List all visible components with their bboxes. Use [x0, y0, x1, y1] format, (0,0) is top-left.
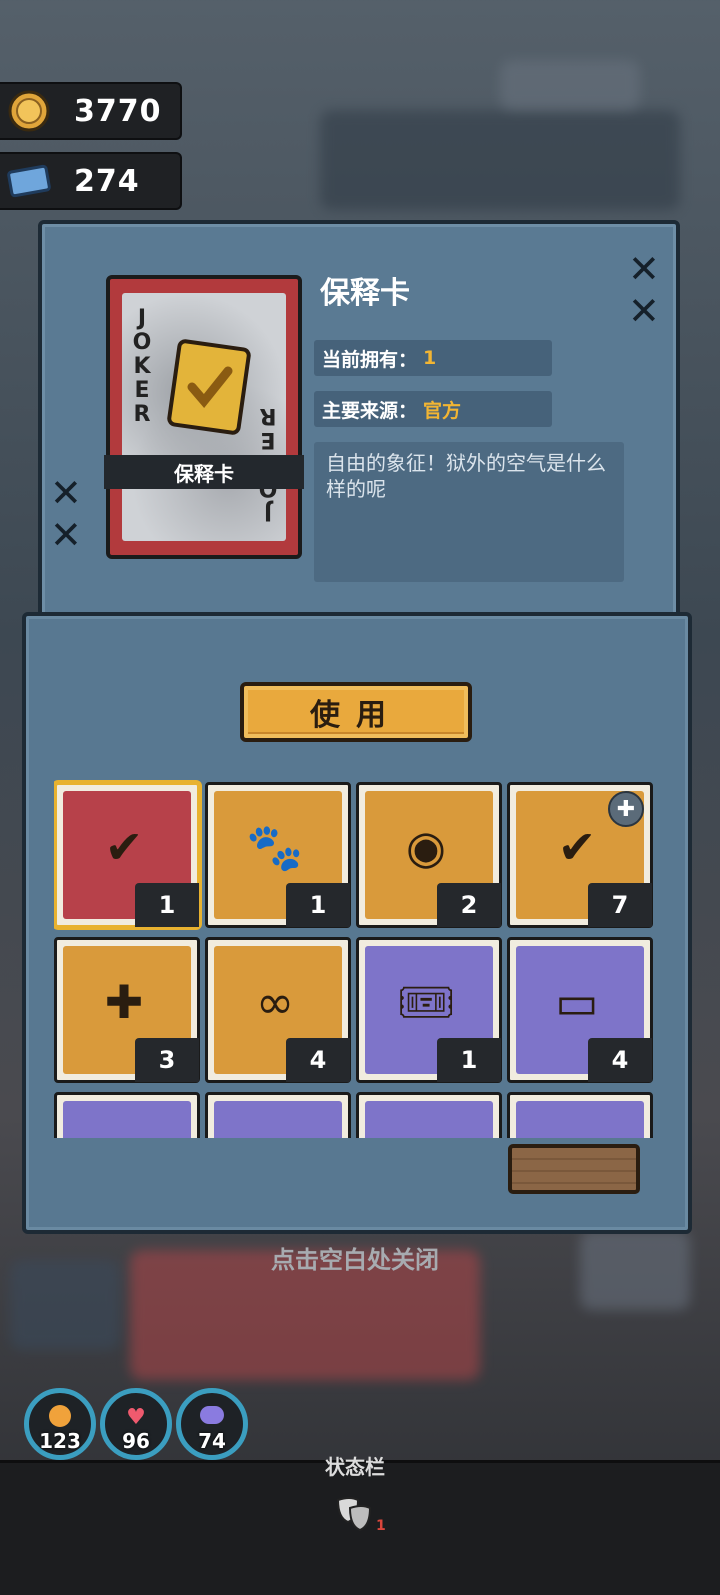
medical-card-icon: ✚	[104, 975, 144, 1029]
theater-mask-icon[interactable]	[334, 1494, 374, 1534]
blue-ticket-icon: ▭	[555, 975, 599, 1029]
owned-value: 1	[423, 347, 437, 369]
blue-ticket-icon	[6, 158, 52, 204]
slot-count: 1	[135, 883, 199, 927]
slot-count: 4	[588, 1038, 652, 1082]
health-stat[interactable]: ♥ 96	[100, 1388, 172, 1460]
ticket-value: 274	[74, 163, 140, 199]
owned-info: 当前拥有： 1	[314, 340, 552, 376]
green-ticket-icon: ▭	[236, 1117, 314, 1138]
puzzle-icon: ✚	[608, 791, 644, 827]
joker-card-face: JOKER JOKER	[122, 293, 286, 541]
cards-icon: ▭	[538, 1117, 616, 1138]
health-value: 96	[122, 1429, 150, 1453]
source-value: 官方	[423, 399, 462, 422]
x-mark-decoration: ✕	[628, 289, 660, 333]
gold-check-card-icon: ✔	[104, 820, 144, 874]
ticket-counter: 274	[0, 152, 182, 210]
inventory-slot-medical-card[interactable]: ✚ 3	[54, 937, 200, 1083]
slot-count: 3	[135, 1038, 199, 1082]
inventory-slot-blue-ticket[interactable]: ▭ 4	[507, 937, 653, 1083]
slot-count: 1	[437, 1038, 501, 1082]
inventory-grid: ✔1🐾1◉2✔✚7✚3∞4🎟1▭4▬▭▬▭	[54, 778, 658, 1138]
slot-count: 1	[286, 883, 350, 927]
wooden-button[interactable]	[508, 1144, 640, 1194]
toy-ticket-icon: 🎟	[396, 974, 456, 1029]
inventory-slot-toy-ticket[interactable]: 🎟 1	[356, 937, 502, 1083]
card-label: 保释卡	[104, 455, 304, 489]
slot-count: 7	[588, 883, 652, 927]
x-mark-decoration: ✕	[50, 471, 82, 515]
gold-loop-card-icon: ∞	[255, 975, 295, 1029]
item-description: 自由的象征！狱外的空气是什么样的呢	[314, 442, 624, 582]
joker-card: JOKER JOKER 保释卡	[104, 275, 304, 559]
inventory-slot-gold-loop-card[interactable]: ∞ 4	[205, 937, 351, 1083]
item-title: 保释卡	[320, 276, 410, 311]
inventory-slot-partial-1[interactable]: ▬	[54, 1092, 200, 1138]
slot-count: 4	[286, 1038, 350, 1082]
joker-text: JOKER	[132, 306, 152, 427]
inventory-slot-gold-card-plus[interactable]: ✔ ✚ 7	[507, 782, 653, 928]
inventory-slot-partial-4[interactable]: ▭	[507, 1092, 653, 1138]
sanity-stat[interactable]: 74	[176, 1388, 248, 1460]
paw-print-scroll-icon: 🐾	[246, 819, 304, 874]
x-mark-decoration: ✕	[50, 513, 82, 557]
gold-coin-counter: 3770	[0, 82, 182, 140]
x-mark-decoration: ✕	[628, 247, 660, 291]
gold-check-card-icon: ✔	[557, 820, 597, 874]
background	[500, 60, 640, 110]
source-label: 主要来源：	[322, 399, 418, 422]
inventory-slot-partial-2[interactable]: ▭	[205, 1092, 351, 1138]
hunger-stat[interactable]: 123	[24, 1388, 96, 1460]
inventory-slot-partial-3[interactable]: ▬	[356, 1092, 502, 1138]
inventory-slot-film-reel[interactable]: ◉ 2	[356, 782, 502, 928]
brain-icon	[181, 1405, 243, 1430]
film-reel-icon: ◉	[405, 820, 447, 874]
gold-coin-value: 3770	[74, 93, 162, 129]
heart-icon: ♥	[126, 1405, 146, 1430]
owned-label: 当前拥有：	[322, 348, 418, 371]
inventory-slot-paw-map[interactable]: 🐾 1	[205, 782, 351, 928]
background	[320, 110, 680, 210]
hunger-value: 123	[39, 1429, 81, 1453]
blue-item-icon: ▬	[387, 1117, 465, 1138]
gold-coin-icon	[6, 88, 52, 134]
inventory-slot-bail-card[interactable]: ✔ 1	[54, 782, 200, 928]
slot-count: 2	[437, 883, 501, 927]
use-button[interactable]: 使用	[240, 682, 472, 742]
mask-count: 1	[376, 1518, 386, 1534]
status-bar-label: 状态栏	[325, 1455, 385, 1479]
close-hint[interactable]: 点击空白处关闭	[0, 1240, 710, 1275]
gold-check-card-icon	[166, 339, 252, 435]
source-info: 主要来源： 官方	[314, 391, 552, 427]
red-item-icon: ▬	[85, 1117, 163, 1138]
sanity-value: 74	[198, 1429, 226, 1453]
